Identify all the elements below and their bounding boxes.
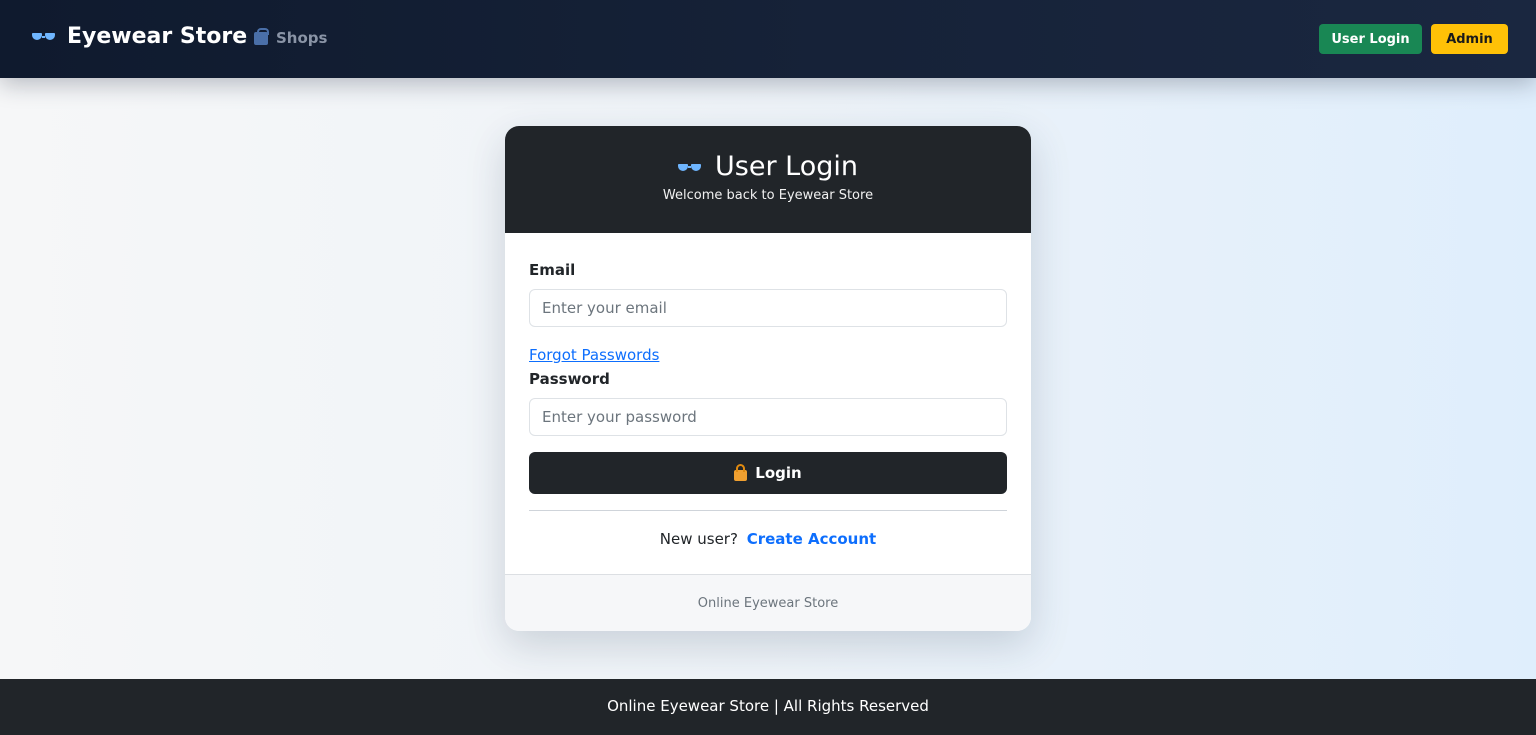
lock-icon	[734, 463, 748, 481]
email-label: Email	[529, 261, 576, 279]
login-card-footer: Online Eyewear Store	[505, 574, 1031, 631]
email-input[interactable]	[529, 289, 1007, 327]
login-title-text: User Login	[715, 151, 858, 182]
brand-link[interactable]: Eyewear Store	[32, 24, 247, 49]
login-button-label: Login	[755, 464, 802, 482]
create-account-link[interactable]: Create Account	[747, 530, 877, 548]
shops-label: Shops	[276, 29, 328, 47]
new-user-text: New user?	[659, 530, 738, 548]
page-footer: Online Eyewear Store | All Rights Reserv…	[0, 679, 1536, 735]
shopping-bag-icon	[254, 27, 269, 45]
login-card: User Login Welcome back to Eyewear Store…	[505, 126, 1031, 631]
login-button[interactable]: Login	[529, 452, 1007, 494]
user-login-button[interactable]: User Login	[1319, 24, 1422, 54]
glasses-icon	[32, 33, 55, 40]
glasses-icon	[678, 163, 702, 171]
forgot-password-link[interactable]: Forgot Passwords	[529, 346, 659, 364]
top-navbar: Eyewear Store Shops User Login Admin	[0, 0, 1536, 78]
login-card-header: User Login Welcome back to Eyewear Store	[505, 126, 1031, 233]
brand-title: Eyewear Store	[67, 24, 248, 49]
login-title: User Login	[505, 150, 1031, 184]
shops-nav-link[interactable]: Shops	[254, 27, 328, 47]
admin-button[interactable]: Admin	[1431, 24, 1508, 54]
login-subtitle: Welcome back to Eyewear Store	[662, 188, 874, 203]
login-form: Email Forgot Passwords Password Login Ne…	[505, 233, 1031, 574]
signup-prompt: New user? Create Account	[505, 530, 1031, 548]
password-label: Password	[529, 370, 610, 388]
divider	[529, 510, 1007, 511]
password-input[interactable]	[529, 398, 1007, 436]
